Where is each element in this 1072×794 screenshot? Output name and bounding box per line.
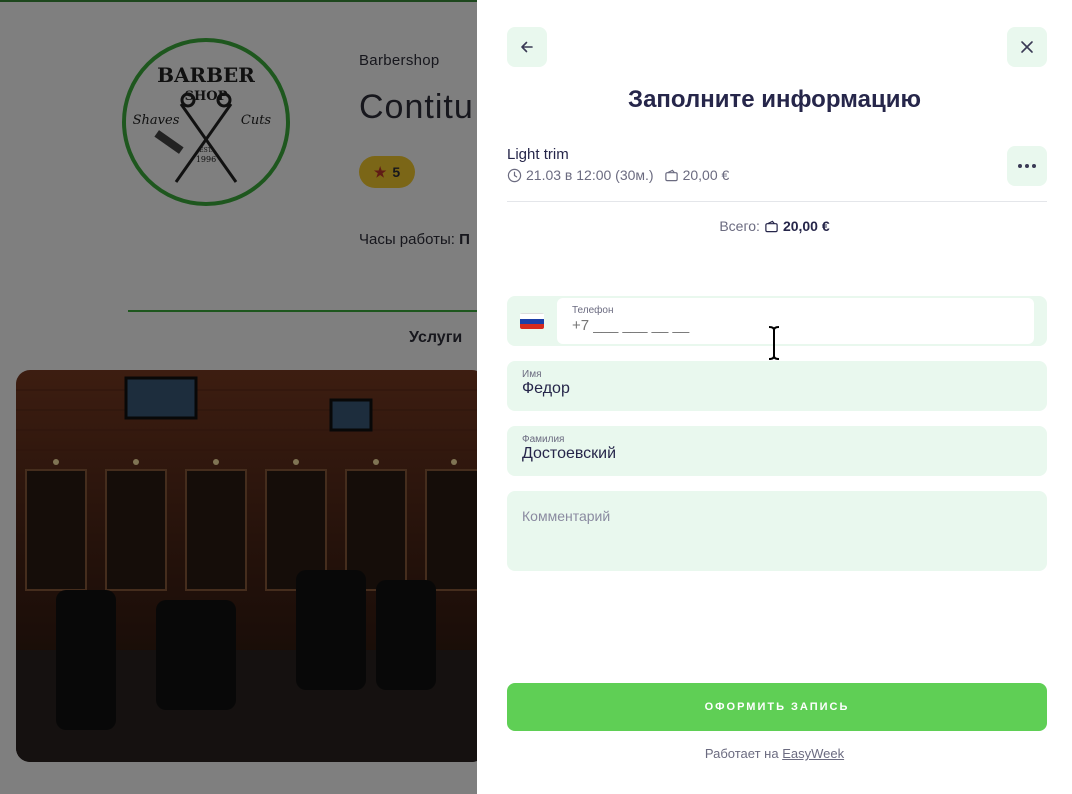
total-value: 20,00 € — [782, 218, 830, 234]
first-name-field[interactable]: Имя Федор — [507, 361, 1047, 411]
service-meta: 21.03 в 12:00 (30м.) 20,00 € — [507, 167, 729, 183]
submit-booking-button[interactable]: ОФОРМИТЬ ЗАПИСЬ — [507, 683, 1047, 731]
clock-icon — [507, 168, 522, 182]
arrow-left-icon — [521, 41, 533, 53]
text-cursor-icon — [768, 326, 780, 360]
booking-panel: Заполните информацию Light trim 21.03 в … — [477, 0, 1072, 794]
service-datetime: 21.03 в 12:00 (30м.) — [526, 167, 654, 183]
wallet-icon — [664, 169, 678, 181]
back-button[interactable] — [507, 27, 547, 67]
easyweek-link[interactable]: EasyWeek — [782, 746, 844, 761]
more-horizontal-icon — [1018, 164, 1036, 168]
service-price: 20,00 € — [682, 167, 730, 183]
divider — [507, 201, 1047, 202]
close-icon — [1021, 41, 1033, 53]
close-button[interactable] — [1007, 27, 1047, 67]
total-row: Всего: 20,00 € — [477, 218, 1072, 234]
powered-by: Работает на EasyWeek — [477, 746, 1072, 761]
service-name: Light trim — [507, 146, 569, 163]
first-name-label: Имя — [522, 369, 542, 380]
comment-field[interactable]: Комментарий — [507, 491, 1047, 571]
wallet-icon — [765, 220, 778, 232]
first-name-value: Федор — [522, 380, 570, 397]
phone-label: Телефон — [572, 305, 614, 316]
modal-backdrop[interactable] — [0, 0, 477, 794]
last-name-field[interactable]: Фамилия Достоевский — [507, 426, 1047, 476]
country-selector[interactable] — [507, 296, 557, 346]
comment-placeholder: Комментарий — [522, 508, 611, 524]
more-options-button[interactable] — [1007, 146, 1047, 186]
total-label: Всего: — [719, 218, 760, 234]
russia-flag-icon — [520, 313, 544, 329]
last-name-label: Фамилия — [522, 434, 565, 445]
panel-title: Заполните информацию — [628, 86, 921, 113]
last-name-value: Достоевский — [522, 445, 617, 462]
phone-input-wrapper: Телефон — [557, 298, 1034, 344]
powered-by-text: Работает на — [704, 746, 779, 761]
